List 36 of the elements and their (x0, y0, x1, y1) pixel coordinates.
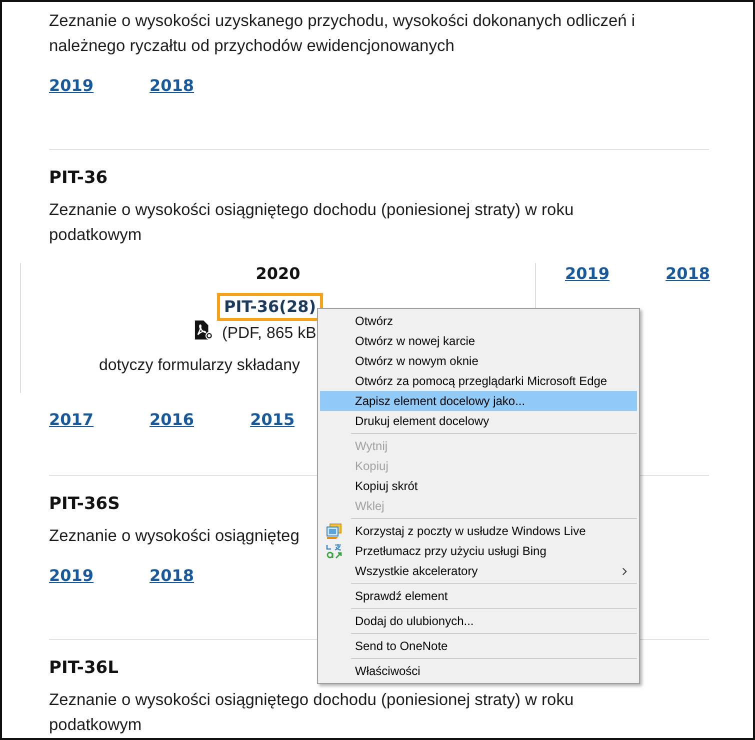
menu-item[interactable]: Korzystaj z poczty w usłudze Windows Live (320, 521, 637, 541)
year-link[interactable]: 2019 (49, 565, 94, 587)
menu-item[interactable]: Właściwości (320, 661, 637, 681)
year-link[interactable]: 2018 (150, 565, 194, 587)
form-description: Zeznanie o wysokości osiągniętego dochodu (poniesionej straty) w roku podatkowym (49, 200, 575, 246)
year-heading: 2020 (254, 263, 302, 285)
menu-item[interactable]: Otwórz w nowym oknie (320, 351, 637, 371)
form-heading: PIT-36L (49, 657, 118, 680)
year-link[interactable]: 2017 (49, 409, 94, 431)
form-heading: PIT-36S (49, 493, 120, 516)
year-link[interactable]: 2018 (150, 75, 194, 97)
translate-icon (326, 543, 342, 559)
menu-item[interactable]: Kopiuj skrót (320, 476, 637, 496)
form-heading: PIT-36 (49, 167, 108, 190)
form-description: Zeznanie o wysokości osiągnięteg (49, 526, 300, 547)
year-link[interactable]: 2015 (250, 409, 295, 431)
menu-item[interactable]: Otwórz w nowej karcie (320, 331, 637, 351)
pdf-file-icon (194, 320, 213, 340)
form-description: Zeznanie o wysokości uzyskanego przychodu, wysokości dokonanych odliczeń i należnego ryczałtu od przychodów ewidencjonowanych (49, 11, 636, 57)
year-link[interactable]: 2018 (666, 263, 710, 285)
mail-window-icon (326, 523, 342, 539)
menu-item[interactable]: Send to OneNote (320, 636, 637, 656)
year-link[interactable]: 2019 (565, 263, 610, 285)
menu-item[interactable]: Otwórz za pomocą przeglądarki Microsoft Edge (320, 371, 637, 391)
file-link[interactable]: PIT-36(28) (217, 293, 324, 321)
menu-item[interactable]: Sprawdź element (320, 586, 637, 606)
menu-item[interactable]: Zapisz element docelowy jako... (320, 391, 637, 411)
form-description: Zeznanie o wysokości osiągniętego dochodu (poniesionej straty) w roku podatkowym (49, 690, 575, 736)
menu-item[interactable]: Drukuj element docelowy (320, 411, 637, 431)
menu-item[interactable]: Wszystkie akceleratory (320, 561, 637, 581)
file-size: (PDF, 865 kB (221, 324, 316, 344)
year-link[interactable]: 2016 (150, 409, 194, 431)
year-link[interactable]: 2019 (49, 75, 94, 97)
menu-item[interactable]: Dodaj do ulubionych... (320, 611, 637, 631)
menu-item[interactable]: Przetłumacz przy użyciu usługi Bing (320, 541, 637, 561)
file-note: dotyczy formularzy składany (98, 356, 300, 376)
